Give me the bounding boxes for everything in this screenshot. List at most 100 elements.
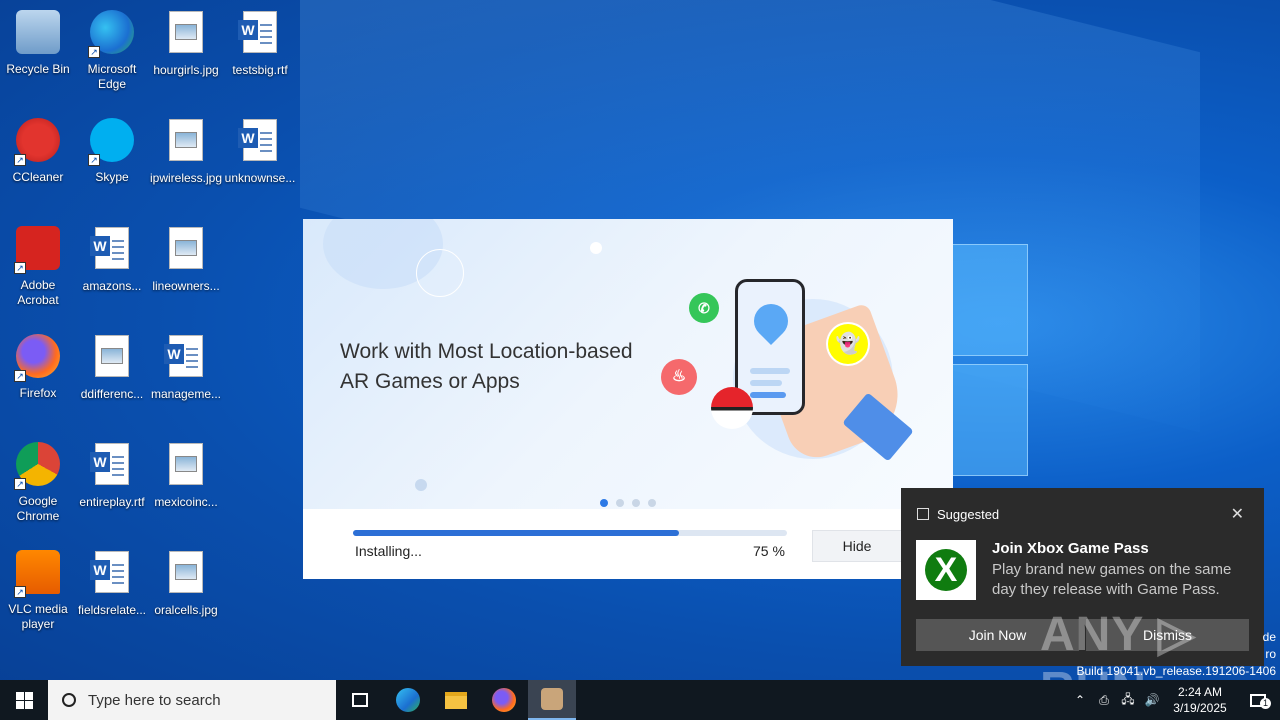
- desktop-icon-label: Skype: [95, 170, 129, 184]
- desktop-icon[interactable]: Wamazons...: [74, 224, 150, 294]
- search-icon: [62, 693, 76, 707]
- slide-dot[interactable]: [632, 499, 640, 507]
- word-doc-icon: W: [236, 119, 284, 167]
- desktop-icon-label: entireplay.rtf: [79, 495, 145, 509]
- image-file-icon: [162, 551, 210, 599]
- start-button[interactable]: [0, 680, 48, 720]
- desktop-icon-label: testsbig.rtf: [232, 63, 288, 77]
- desktop-icon[interactable]: ↗ Firefox: [0, 332, 76, 401]
- image-file-icon: [162, 227, 210, 275]
- desktop-icon[interactable]: ↗ Microsoft Edge: [74, 8, 150, 92]
- desktop-icon-label: ddifferenc...: [80, 387, 144, 401]
- desktop-icon-label: mexicoinc...: [154, 495, 218, 509]
- whatsapp-icon: ✆: [689, 293, 719, 323]
- chrome-icon: ↗: [14, 442, 62, 490]
- desktop-icon[interactable]: ↗ Skype: [74, 116, 150, 185]
- toast-title: Join Xbox Game Pass: [992, 540, 1149, 557]
- clock-time: 2:24 AM: [1177, 685, 1223, 699]
- xbox-logo-glyph: X: [925, 549, 967, 591]
- network-icon[interactable]: 🖧: [1116, 690, 1140, 711]
- desktop-icon-label: hourgirls.jpg: [153, 63, 219, 77]
- word-doc-icon: W: [162, 335, 210, 383]
- desktop-icon-label: unknownse...: [224, 171, 296, 185]
- shortcut-arrow-icon: ↗: [14, 478, 26, 490]
- slide-dot[interactable]: [648, 499, 656, 507]
- install-progress-bar: [353, 530, 787, 536]
- decor-ring: [416, 249, 464, 297]
- decor-dot: [415, 479, 427, 491]
- system-tray: ⌃ ⎙ 🖧 🔊 2:24 AM 3/19/2025 1: [1068, 680, 1280, 720]
- action-center-button[interactable]: 1: [1236, 693, 1280, 709]
- desktop-icon[interactable]: Wtestsbig.rtf: [222, 8, 298, 78]
- desktop-icon[interactable]: hourgirls.jpg: [148, 8, 224, 78]
- taskbar: Type here to search ⌃ ⎙ 🖧 🔊 2:24 AM 3/19…: [0, 680, 1280, 720]
- installer-app-icon: [541, 688, 563, 710]
- hide-button[interactable]: Hide: [812, 530, 902, 562]
- pokeball-icon: [711, 387, 753, 429]
- desktop-icon[interactable]: ↗ VLC media player: [0, 548, 76, 632]
- task-view-icon: [352, 693, 368, 707]
- recycle-bin-icon: [14, 10, 62, 58]
- install-percent-text: 75 %: [753, 543, 785, 559]
- slide-dot[interactable]: [600, 499, 608, 507]
- ccleaner-icon: ↗: [14, 118, 62, 166]
- firefox-icon: ↗: [14, 334, 62, 382]
- taskbar-installer-button[interactable]: [528, 680, 576, 720]
- desktop-icon[interactable]: ddifferenc...: [74, 332, 150, 402]
- clock-date: 3/19/2025: [1173, 701, 1227, 715]
- shortcut-arrow-icon: ↗: [88, 46, 100, 58]
- snapchat-icon: 👻: [828, 324, 868, 364]
- desktop-icon[interactable]: Wfieldsrelate...: [74, 548, 150, 618]
- shortcut-arrow-icon: ↗: [88, 154, 100, 166]
- installer-banner: Work with Most Location-based AR Games o…: [303, 219, 953, 509]
- slide-dot[interactable]: [616, 499, 624, 507]
- image-file-icon: [162, 443, 210, 491]
- slide-indicator: [600, 499, 656, 507]
- taskbar-search-box[interactable]: Type here to search: [48, 680, 336, 720]
- taskbar-edge-button[interactable]: [384, 680, 432, 720]
- acrobat-icon: ↗: [14, 226, 62, 274]
- skype-icon: ↗: [88, 118, 136, 166]
- desktop-icon[interactable]: ipwireless.jpg: [148, 116, 224, 186]
- installer-headline: Work with Most Location-based AR Games o…: [340, 340, 633, 393]
- desktop-icon-label: manageme...: [150, 387, 222, 401]
- folder-icon: [445, 691, 467, 709]
- suggestion-icon: [917, 508, 929, 520]
- taskbar-file-explorer-button[interactable]: [432, 680, 480, 720]
- desktop-icon[interactable]: ↗ CCleaner: [0, 116, 76, 185]
- decor-dot: [590, 242, 602, 254]
- edge-icon: ↗: [88, 10, 136, 58]
- image-file-icon: [162, 11, 210, 59]
- desktop-icon-label: Adobe Acrobat: [17, 278, 59, 307]
- chevron-up-icon[interactable]: ⌃: [1068, 693, 1092, 707]
- desktop-icon[interactable]: Wmanageme...: [148, 332, 224, 402]
- desktop-icon[interactable]: ↗ Adobe Acrobat: [0, 224, 76, 308]
- desktop-icon[interactable]: lineowners...: [148, 224, 224, 294]
- desktop-icon[interactable]: ↗ Google Chrome: [0, 440, 76, 524]
- desktop-icon[interactable]: mexicoinc...: [148, 440, 224, 510]
- image-file-icon: [88, 335, 136, 383]
- meet-now-icon[interactable]: ⎙: [1092, 693, 1116, 708]
- clock[interactable]: 2:24 AM 3/19/2025: [1164, 684, 1236, 716]
- firefox-icon: [492, 688, 516, 712]
- location-pin-icon: [746, 296, 796, 346]
- desktop-icon[interactable]: oralcells.jpg: [148, 548, 224, 618]
- notification-count: 1: [1260, 697, 1271, 709]
- desktop-icon[interactable]: Wentireplay.rtf: [74, 440, 150, 510]
- shortcut-arrow-icon: ↗: [14, 262, 26, 274]
- desktop-icon[interactable]: Wunknownse...: [222, 116, 298, 186]
- installer-window: Work with Most Location-based AR Games o…: [303, 219, 953, 579]
- desktop-icon[interactable]: Recycle Bin: [0, 8, 76, 77]
- desktop-icon-label: fieldsrelate...: [77, 603, 147, 617]
- task-view-button[interactable]: [336, 680, 384, 720]
- shortcut-arrow-icon: ↗: [14, 154, 26, 166]
- desktop-icon-label: CCleaner: [12, 170, 64, 184]
- desktop-icon-label: amazons...: [82, 279, 142, 293]
- volume-icon[interactable]: 🔊: [1140, 693, 1164, 707]
- windows-logo-wallpaper: [952, 240, 1030, 480]
- taskbar-firefox-button[interactable]: [480, 680, 528, 720]
- toast-close-icon[interactable]: ✕: [1231, 504, 1244, 524]
- install-progress-fill: [353, 530, 679, 536]
- toast-header-label: Suggested: [937, 507, 1000, 522]
- build-info-text: Build 19041.vb_release.191206-1406: [1076, 664, 1277, 678]
